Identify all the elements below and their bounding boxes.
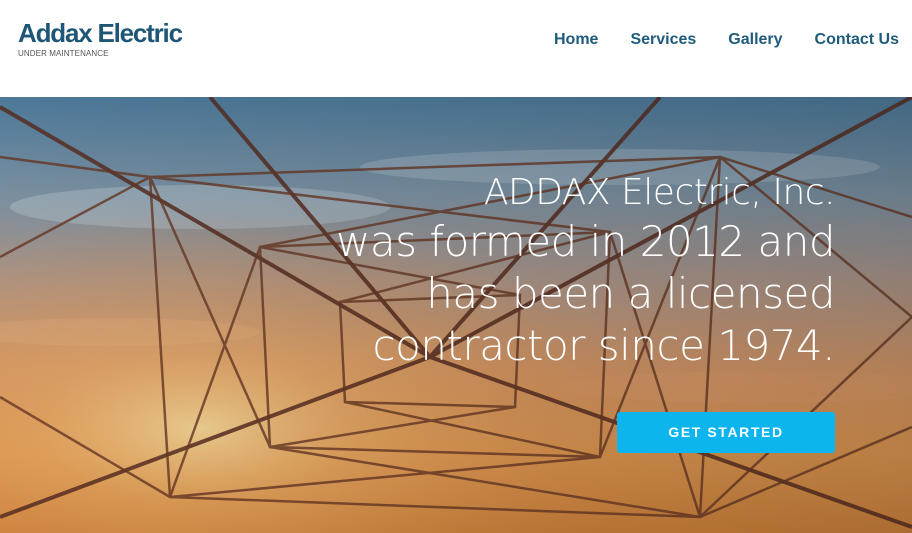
nav-item-services[interactable]: Services: [630, 30, 696, 50]
hero-heading-line: contractor since 1974.: [372, 321, 836, 370]
logo[interactable]: Addax Electric UNDER MAINTENANCE: [18, 18, 183, 59]
logo-tagline: UNDER MAINTENANCE: [18, 49, 109, 58]
site-header: Addax Electric UNDER MAINTENANCE Home Se…: [0, 0, 912, 97]
hero-heading-line: was formed in 2012 and: [336, 217, 836, 266]
main-nav: Home Services Gallery Contact Us: [522, 30, 899, 50]
hero-heading-line: has been a licensed: [426, 269, 835, 318]
get-started-button[interactable]: GET STARTED: [617, 412, 835, 453]
hero-heading-line: ADDAX Electric, Inc.: [483, 172, 836, 213]
hero-section: ADDAX Electric, Inc. was formed in 2012 …: [0, 97, 912, 533]
nav-item-gallery[interactable]: Gallery: [728, 30, 782, 50]
hero-heading: ADDAX Electric, Inc. was formed in 2012 …: [275, 170, 836, 372]
nav-item-home[interactable]: Home: [554, 30, 598, 50]
logo-title: Addax Electric: [18, 18, 183, 48]
nav-item-contact-us[interactable]: Contact Us: [815, 30, 899, 50]
